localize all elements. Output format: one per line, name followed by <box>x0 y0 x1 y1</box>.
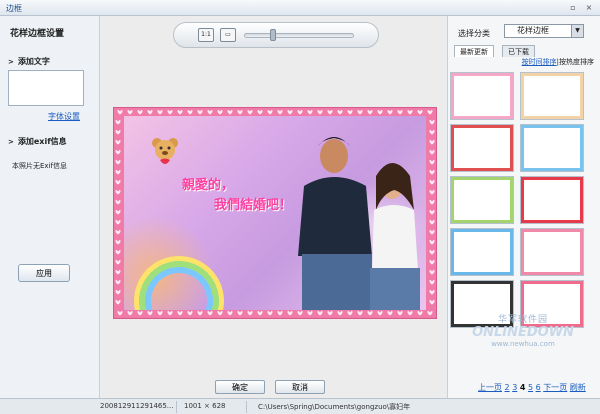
left-panel: 花样边框设置 > 添加文字 字体设置 > 添加exif信息 本照片无Exif信息 应… <box>0 16 100 398</box>
love-text-line1: 親愛的， <box>182 178 235 193</box>
status-path: C:\Users\Spring\Documents\gongzuo\寡妇年 <box>258 403 411 411</box>
teddy-bear-icon <box>152 138 178 164</box>
pager: 上一页 2 3 4 5 6 下一页 刷新 <box>478 382 586 393</box>
prev-page-link[interactable]: 上一页 <box>478 383 502 392</box>
category-value: 花样边框 <box>517 26 549 35</box>
photo-image: 親愛的， 我們結婚吧！ <box>124 116 426 310</box>
add-exif-section[interactable]: > 添加exif信息 <box>8 136 67 147</box>
thumbnail-inner <box>524 232 580 272</box>
page-current: 4 <box>519 383 526 392</box>
watermark: 华军软件园 ONLINEDOWN www.newhua.com <box>448 312 598 348</box>
cancel-button[interactable]: 取消 <box>275 380 325 394</box>
add-text-label: 添加文字 <box>17 57 50 66</box>
preview-area: 1:1 ▭ 親愛的， 我們結婚吧！ 确定 取消 <box>101 16 446 398</box>
right-panel: 选择分类 花样边框 ▼ 最新更新 已下载 按时间排序|按热度排序 华军软件园 O… <box>447 16 600 398</box>
love-text-line2: 我們結婚吧！ <box>214 198 293 213</box>
frame-thumbnail[interactable] <box>450 124 514 172</box>
rainbow-decoration <box>134 256 224 310</box>
panel-heading: 花样边框设置 <box>10 29 65 39</box>
title-bar: 边框 ▫ × <box>0 0 600 16</box>
no-exif-text: 本照片无Exif信息 <box>12 162 67 170</box>
chevron-down-icon: ▼ <box>571 25 583 37</box>
zoom-slider-track[interactable] <box>244 33 354 38</box>
page-link-6[interactable]: 6 <box>536 383 541 392</box>
add-exif-label: 添加exif信息 <box>17 137 67 146</box>
watermark-logo: ONLINEDOWN <box>472 325 574 340</box>
frame-thumbnail[interactable] <box>520 176 584 224</box>
thumbnail-inner <box>524 180 580 220</box>
frame-thumbnail[interactable] <box>520 72 584 120</box>
chevron-right-icon: > <box>8 58 14 66</box>
monitor-icon: ▭ <box>225 31 231 38</box>
category-select[interactable]: 花样边框 ▼ <box>504 24 584 38</box>
framed-photo: 親愛的， 我們結婚吧！ <box>114 108 436 318</box>
sort-by-time-link[interactable]: 按时间排序 <box>522 58 557 66</box>
thumbnail-inner <box>454 232 510 272</box>
category-label: 选择分类 <box>458 29 490 38</box>
watermark-url: www.newhua.com <box>491 340 555 348</box>
frame-thumbnail[interactable] <box>450 72 514 120</box>
status-bar: 200812911291465... 1001 × 628 C:\Users\S… <box>0 398 600 414</box>
frame-thumbnail[interactable] <box>450 228 514 276</box>
apply-button[interactable]: 应用 <box>18 264 70 282</box>
page-link-3[interactable]: 3 <box>512 383 517 392</box>
actual-size-button[interactable]: 1:1 <box>198 28 214 42</box>
couple-photo <box>298 137 420 310</box>
frame-thumbnail[interactable] <box>520 228 584 276</box>
status-dimensions: 1001 × 628 <box>184 402 226 410</box>
thumbnail-inner <box>454 76 510 116</box>
font-settings-link[interactable]: 字体设置 <box>48 111 80 122</box>
zoom-slider-thumb[interactable] <box>270 29 276 41</box>
ok-button[interactable]: 确定 <box>215 380 265 394</box>
sort-by-popularity-link[interactable]: 按热度排序 <box>559 58 594 66</box>
zoom-toolbar: 1:1 ▭ <box>173 22 379 48</box>
tab-latest[interactable]: 最新更新 <box>454 45 494 57</box>
frame-thumbnail[interactable] <box>520 124 584 172</box>
window-title: 边框 <box>6 4 22 13</box>
sort-bar: 按时间排序|按热度排序 <box>448 57 598 69</box>
add-text-section[interactable]: > 添加文字 <box>8 56 50 67</box>
tab-downloaded[interactable]: 已下载 <box>502 45 535 57</box>
page-link-2[interactable]: 2 <box>505 383 510 392</box>
restore-button[interactable]: ▫ <box>568 3 578 13</box>
thumbnail-inner <box>524 76 580 116</box>
status-filename: 200812911291465... <box>100 402 174 410</box>
chevron-right-icon: > <box>8 138 14 146</box>
next-page-link[interactable]: 下一页 <box>543 383 567 392</box>
frame-thumbnail[interactable] <box>450 176 514 224</box>
close-button[interactable]: × <box>584 3 594 13</box>
text-input[interactable] <box>8 70 84 106</box>
thumbnail-inner <box>524 128 580 168</box>
page-link-5[interactable]: 5 <box>528 383 533 392</box>
thumbnail-inner <box>454 180 510 220</box>
fit-screen-button[interactable]: ▭ <box>220 28 236 42</box>
thumbnail-inner <box>454 128 510 168</box>
refresh-link[interactable]: 刷新 <box>570 383 586 392</box>
watermark-line1: 华军软件园 <box>497 315 548 325</box>
